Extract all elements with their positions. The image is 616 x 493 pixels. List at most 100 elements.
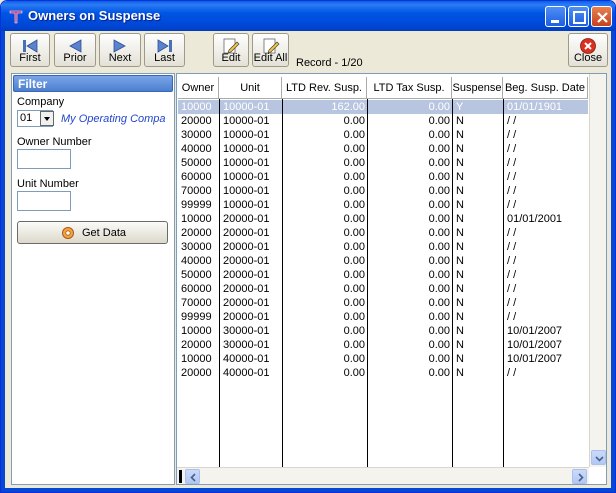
suspense-cell: N	[456, 283, 464, 295]
ltd-rev-susp-cell: 162.00	[331, 101, 365, 113]
ltd-rev-susp-cell: 0.00	[343, 185, 365, 197]
beg-susp-date-cell: / /	[507, 297, 517, 309]
unit-cell: 20000-01	[223, 297, 270, 309]
beg-susp-date-cell: / /	[507, 269, 517, 281]
chevron-left-icon	[190, 473, 196, 482]
prior-button[interactable]: Prior	[54, 33, 96, 67]
table-row[interactable]: 70000 10000-01 0.00 0.00 N / /	[178, 184, 588, 198]
owner-cell: 30000	[181, 241, 212, 253]
company-dropdown-button[interactable]	[40, 111, 54, 126]
minimize-button[interactable]	[545, 6, 566, 27]
next-button[interactable]: Next	[99, 33, 141, 67]
beg-susp-date-cell: / /	[507, 157, 517, 169]
table-row[interactable]: 10000 20000-01 0.00 0.00 N 01/01/2001	[178, 212, 588, 226]
unit-cell: 20000-01	[223, 283, 270, 295]
table-row[interactable]: 10000 10000-01 162.00 0.00 Y 01/01/1901	[178, 100, 588, 114]
column-header-ltd-tax-susp[interactable]: LTD Tax Susp.	[367, 77, 452, 99]
owner-number-label: Owner Number	[17, 136, 92, 148]
table-row[interactable]: 50000 10000-01 0.00 0.00 N / /	[178, 156, 588, 170]
get-data-button[interactable]: Get Data	[17, 221, 168, 244]
ltd-tax-susp-cell: 0.00	[428, 353, 450, 365]
column-header-ltd-rev-susp[interactable]: LTD Rev. Susp.	[282, 77, 367, 99]
table-row[interactable]: 20000 20000-01 0.00 0.00 N / /	[178, 226, 588, 240]
scroll-right-button[interactable]	[572, 469, 587, 484]
table-row[interactable]: 10000 40000-01 0.00 0.00 N 10/01/2007	[178, 352, 588, 366]
table-row[interactable]: 70000 20000-01 0.00 0.00 N / /	[178, 296, 588, 310]
column-divider	[503, 99, 504, 467]
ltd-tax-susp-cell: 0.00	[428, 311, 450, 323]
column-header-suspense[interactable]: Suspense	[452, 77, 503, 99]
table-row[interactable]: 10000 30000-01 0.00 0.00 N 10/01/2007	[178, 324, 588, 338]
window-close-button[interactable]	[591, 6, 612, 27]
first-button[interactable]: First	[10, 33, 50, 67]
ltd-tax-susp-cell: 0.00	[428, 199, 450, 211]
table-row[interactable]: 99999 10000-01 0.00 0.00 N / /	[178, 198, 588, 212]
company-label: Company	[17, 96, 65, 108]
suspense-cell: N	[456, 339, 464, 351]
beg-susp-date-cell: 10/01/2007	[507, 325, 563, 337]
unit-cell: 10000-01	[223, 157, 270, 169]
table-row[interactable]: 40000 20000-01 0.00 0.00 N / /	[178, 254, 588, 268]
unit-cell: 30000-01	[223, 339, 270, 351]
table-row[interactable]: 60000 10000-01 0.00 0.00 N / /	[178, 170, 588, 184]
suspense-cell: N	[456, 255, 464, 267]
column-header-owner[interactable]: Owner	[178, 77, 219, 99]
owner-cell: 70000	[181, 185, 212, 197]
table-row[interactable]: 60000 20000-01 0.00 0.00 N / /	[178, 282, 588, 296]
table-row[interactable]: 20000 30000-01 0.00 0.00 N 10/01/2007	[178, 338, 588, 352]
table-row[interactable]: 20000 40000-01 0.00 0.00 N / /	[178, 366, 588, 380]
suspense-cell: N	[456, 353, 464, 365]
table-row[interactable]: 40000 10000-01 0.00 0.00 N / /	[178, 142, 588, 156]
table-row[interactable]: 99999 20000-01 0.00 0.00 N / /	[178, 310, 588, 324]
table-row[interactable]: 30000 20000-01 0.00 0.00 N / /	[178, 240, 588, 254]
app-logo-icon	[9, 10, 23, 24]
prior-label: Prior	[63, 52, 87, 64]
table-row[interactable]: 20000 10000-01 0.00 0.00 N / /	[178, 114, 588, 128]
title-bar[interactable]: Owners on Suspense	[1, 1, 615, 31]
edit-all-button[interactable]: Edit All	[252, 33, 289, 67]
record-position: Record - 1/20	[296, 57, 363, 69]
ltd-rev-susp-cell: 0.00	[343, 241, 365, 253]
owner-cell: 10000	[181, 353, 212, 365]
first-label: First	[19, 52, 41, 64]
vertical-scrollbar[interactable]	[589, 74, 606, 467]
owner-cell: 20000	[181, 227, 212, 239]
horizontal-scrollbar[interactable]	[177, 467, 589, 484]
minimize-icon	[551, 20, 559, 23]
maximize-button[interactable]	[568, 6, 589, 27]
owner-cell: 10000	[181, 101, 212, 113]
owner-number-input[interactable]	[17, 149, 71, 169]
ltd-tax-susp-cell: 0.00	[428, 255, 450, 267]
window-frame-right	[611, 31, 615, 492]
scroll-thumb[interactable]	[179, 470, 182, 483]
ltd-rev-susp-cell: 0.00	[343, 171, 365, 183]
scroll-left-button[interactable]	[185, 469, 200, 484]
edit-button[interactable]: Edit	[213, 33, 249, 67]
owners-grid[interactable]: Owner Unit LTD Rev. Susp. LTD Tax Susp. …	[176, 73, 607, 485]
suspense-cell: N	[456, 325, 464, 337]
scroll-down-button[interactable]	[591, 450, 606, 465]
table-row[interactable]: 30000 10000-01 0.00 0.00 N / /	[178, 128, 588, 142]
ltd-tax-susp-cell: 0.00	[428, 283, 450, 295]
ltd-tax-susp-cell: 0.00	[428, 367, 450, 379]
column-header-beg-susp-date[interactable]: Beg. Susp. Date	[503, 77, 588, 99]
edit-all-label: Edit All	[253, 52, 288, 64]
suspense-cell: N	[456, 227, 464, 239]
unit-number-input[interactable]	[17, 191, 71, 211]
ltd-tax-susp-cell: 0.00	[428, 129, 450, 141]
filter-header: Filter	[13, 75, 173, 92]
column-header-unit[interactable]: Unit	[219, 77, 282, 99]
table-row[interactable]: 50000 20000-01 0.00 0.00 N / /	[178, 268, 588, 282]
owner-cell: 20000	[181, 115, 212, 127]
unit-cell: 30000-01	[223, 325, 270, 337]
owner-cell: 70000	[181, 297, 212, 309]
last-button[interactable]: Last	[144, 33, 185, 67]
column-divider	[367, 99, 368, 467]
edit-label: Edit	[221, 52, 241, 64]
beg-susp-date-cell: / /	[507, 143, 517, 155]
suspense-cell: Y	[456, 101, 464, 113]
close-button[interactable]: Close	[568, 33, 608, 67]
suspense-cell: N	[456, 241, 464, 253]
ltd-tax-susp-cell: 0.00	[428, 227, 450, 239]
suspense-cell: N	[456, 185, 464, 197]
